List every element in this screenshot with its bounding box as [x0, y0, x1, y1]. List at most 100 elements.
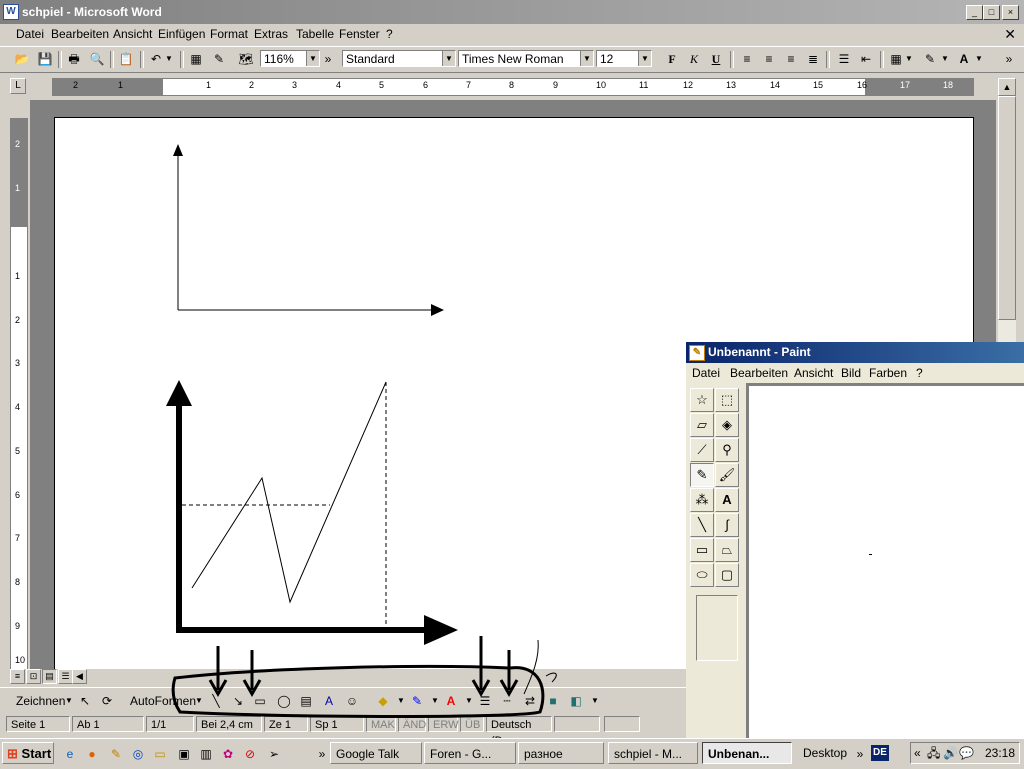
font-size-combo[interactable]: 12 ▼: [596, 50, 652, 67]
language-indicator[interactable]: DE: [871, 745, 889, 761]
vertical-ruler[interactable]: 2 1 1 2 3 4 5 6 7 8 9 10: [10, 118, 28, 670]
print-icon[interactable]: 🖶: [64, 50, 84, 68]
menu-format[interactable]: Format: [210, 27, 248, 41]
scroll-left-icon[interactable]: ◀: [72, 669, 87, 684]
minimize-button[interactable]: _: [966, 5, 983, 20]
curve-tool-icon[interactable]: ∫: [715, 513, 739, 537]
status-macro-record[interactable]: MAK: [366, 716, 396, 732]
menu-einfuegen[interactable]: Einfügen: [158, 27, 205, 41]
highlight-dropdown-icon[interactable]: ▼: [940, 50, 950, 68]
menu-help[interactable]: ?: [386, 27, 393, 41]
align-right-icon[interactable]: ≡: [781, 50, 801, 68]
clipart-tool-icon[interactable]: ☺: [343, 693, 361, 709]
paint-canvas[interactable]: [749, 386, 1024, 738]
autoshapes-menu-button[interactable]: AutoFormen: [130, 694, 196, 708]
paint-menu-bearbeiten[interactable]: Bearbeiten: [730, 366, 788, 380]
polygon-tool-icon[interactable]: ⏢: [715, 538, 739, 562]
status-overtype[interactable]: ÜB: [460, 716, 484, 732]
status-language[interactable]: Deutsch (De: [486, 716, 552, 747]
toolbar-overflow-icon[interactable]: »: [1002, 50, 1016, 68]
desktop-overflow-icon[interactable]: »: [852, 746, 868, 762]
undo-dropdown-icon[interactable]: ▼: [164, 50, 174, 68]
print-layout-icon[interactable]: ▤: [42, 669, 57, 684]
stop-icon[interactable]: ⊘: [242, 746, 258, 762]
italic-button[interactable]: K: [684, 50, 704, 68]
bullets-icon[interactable]: ☰: [834, 50, 854, 68]
ellipse-tool-icon[interactable]: ⬭: [690, 563, 714, 587]
outline-view-icon[interactable]: ☰: [58, 669, 73, 684]
horizontal-ruler[interactable]: 2 1 1 2 3 4 5 6 7 8 9 10 11 12 13 14 15 …: [52, 78, 974, 96]
rounded-rect-tool-icon[interactable]: ▢: [715, 563, 739, 587]
program-icon[interactable]: ✿: [220, 746, 236, 762]
messenger-icon[interactable]: 💬: [959, 743, 974, 763]
network-icon[interactable]: 🖧: [927, 743, 940, 763]
3d-icon[interactable]: ◧: [567, 693, 585, 709]
shadow-icon[interactable]: ■: [544, 693, 562, 709]
align-center-icon[interactable]: ≡: [759, 50, 779, 68]
border-icon[interactable]: ▦: [886, 50, 906, 68]
ie-icon[interactable]: e: [62, 746, 78, 762]
start-button[interactable]: ⊞ Start: [2, 742, 54, 764]
dash-style-icon[interactable]: ┄: [498, 693, 516, 709]
brush-icon[interactable]: 🖌: [715, 463, 739, 487]
disc-icon[interactable]: ◎: [130, 746, 146, 762]
status-extend[interactable]: ERW: [428, 716, 458, 732]
paint-menu-bild[interactable]: Bild: [841, 366, 861, 380]
font-combo[interactable]: Times New Roman ▼: [458, 50, 594, 67]
open-icon[interactable]: 📂: [12, 50, 32, 68]
zoom-combo[interactable]: 116% ▼: [260, 50, 320, 67]
chevron-down-icon[interactable]: ▼: [638, 51, 651, 66]
chevron-down-icon[interactable]: ▼: [190, 693, 208, 709]
task-raznoe[interactable]: разное: [518, 742, 604, 764]
paint-quicklaunch-icon[interactable]: ✎: [108, 746, 124, 762]
arrow-style-icon[interactable]: ⇄: [521, 693, 539, 709]
paint-menu-ansicht[interactable]: Ansicht: [794, 366, 833, 380]
wordart-tool-icon[interactable]: A: [320, 693, 338, 709]
fill-color-icon[interactable]: ◆: [374, 693, 392, 709]
quicklaunch-overflow-icon[interactable]: »: [314, 746, 330, 762]
menu-tabelle[interactable]: Tabelle: [296, 27, 334, 41]
font-color-icon[interactable]: A: [954, 50, 974, 68]
task-google-talk[interactable]: Google Talk: [330, 742, 422, 764]
normal-view-icon[interactable]: ≡: [10, 669, 25, 684]
drawing-toggle-icon[interactable]: ✎: [209, 50, 229, 68]
doc-map-icon[interactable]: 🗺: [236, 50, 256, 68]
folder-icon[interactable]: ▭: [152, 746, 168, 762]
chevron-down-icon[interactable]: ▼: [306, 51, 319, 66]
oval-tool-icon[interactable]: ◯: [275, 693, 293, 709]
free-rotate-icon[interactable]: ⟳: [98, 693, 116, 709]
paint-title-bar[interactable]: ✎ Unbenannt - Paint: [686, 342, 1024, 363]
text-tool-icon[interactable]: A: [715, 488, 739, 512]
paint-menu-farben[interactable]: Farben: [869, 366, 907, 380]
paint-tool-options[interactable]: [696, 595, 738, 661]
line-tool-icon[interactable]: ╲: [207, 693, 225, 709]
chevron-down-icon[interactable]: ▼: [442, 51, 455, 66]
task-foren[interactable]: Foren - G...: [424, 742, 516, 764]
rectangle-tool-icon[interactable]: ▭: [251, 693, 269, 709]
paint-menu-datei[interactable]: Datei: [692, 366, 720, 380]
rect-select-icon[interactable]: ⬚: [715, 388, 739, 412]
toolbar-overflow-icon[interactable]: »: [322, 50, 334, 68]
web-view-icon[interactable]: ⊡: [26, 669, 41, 684]
menu-fenster[interactable]: Fenster: [339, 27, 380, 41]
tray-expand-icon[interactable]: «: [914, 743, 921, 763]
line-style-icon[interactable]: ☰: [476, 693, 494, 709]
scroll-up-icon[interactable]: ▲: [998, 78, 1016, 96]
paint-app-icon[interactable]: ✎: [689, 345, 705, 361]
underline-button[interactable]: U: [706, 50, 726, 68]
desktop-toolbar-label[interactable]: Desktop: [798, 742, 854, 764]
style-combo[interactable]: Standard ▼: [342, 50, 456, 67]
save-icon[interactable]: 💾: [35, 50, 55, 68]
document-close-icon[interactable]: ✕: [1004, 26, 1016, 43]
scroll-thumb[interactable]: [998, 96, 1016, 320]
media-icon[interactable]: ▣: [176, 746, 192, 762]
maximize-button[interactable]: □: [983, 5, 1000, 20]
menu-extras[interactable]: Extras: [254, 27, 288, 41]
task-paint[interactable]: Unbenan...: [702, 742, 792, 764]
task-word-schpiel[interactable]: schpiel - M...: [608, 742, 698, 764]
chevron-down-icon[interactable]: ▼: [580, 51, 593, 66]
close-button[interactable]: ×: [1002, 5, 1019, 20]
rectangle-tool-icon[interactable]: ▭: [690, 538, 714, 562]
chevron-down-icon[interactable]: ▼: [586, 693, 604, 709]
word-app-icon[interactable]: W: [3, 4, 19, 20]
